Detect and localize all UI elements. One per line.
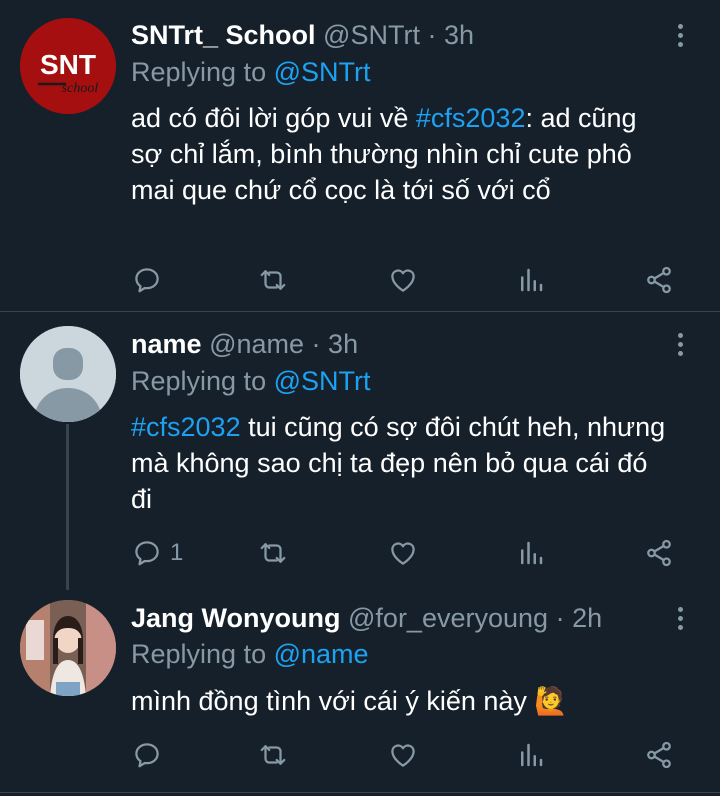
- default-avatar-icon: [20, 326, 116, 422]
- like-button[interactable]: [388, 533, 418, 573]
- tweet-text: #cfs2032 tui cũng có sợ đôi chút heh, nh…: [131, 409, 671, 517]
- heart-icon: [391, 269, 415, 292]
- reply-icon: [135, 268, 159, 293]
- more-options-icon[interactable]: [664, 19, 696, 51]
- tweet[interactable]: SNT school SNTrt_ School @SNTrt · 3h Rep…: [0, 0, 720, 312]
- tweet-header: name @name · 3h: [131, 326, 358, 362]
- profile-photo: [20, 600, 116, 696]
- share-icon: [647, 741, 671, 769]
- separator: ·: [427, 20, 437, 50]
- mention-link[interactable]: @name: [274, 639, 369, 669]
- tweet[interactable]: Jang Wonyoung @for_everyoung · 2h Replyi…: [0, 592, 720, 796]
- text-segment: ad có đôi lời góp vui về: [131, 103, 416, 133]
- share-button[interactable]: [644, 260, 674, 300]
- reply-icon: [135, 541, 159, 566]
- heart-icon: [391, 744, 415, 767]
- tweet-actions: [0, 735, 720, 775]
- text-segment: mình đồng tình với cái ý kiến này: [131, 686, 535, 716]
- hashtag-link[interactable]: #cfs2032: [416, 103, 526, 133]
- like-button[interactable]: [388, 735, 418, 775]
- replying-to: Replying to @name: [131, 636, 369, 672]
- tweet[interactable]: name @name · 3h Replying to @SNTrt #cfs2…: [0, 312, 720, 592]
- replying-to: Replying to @SNTrt: [131, 54, 371, 90]
- retweet-icon: [260, 745, 286, 765]
- display-name[interactable]: SNTrt_ School: [131, 20, 316, 50]
- tweet-header: Jang Wonyoung @for_everyoung · 2h: [131, 600, 602, 636]
- mention-link[interactable]: @SNTrt: [274, 57, 371, 87]
- timestamp[interactable]: 3h: [328, 329, 358, 359]
- replying-to: Replying to @SNTrt: [131, 363, 371, 399]
- tweet-header: SNTrt_ School @SNTrt · 3h: [131, 17, 474, 53]
- heart-icon: [391, 542, 415, 565]
- retweet-button[interactable]: [258, 260, 288, 300]
- svg-text:school: school: [62, 81, 99, 96]
- snt-school-logo: SNT school: [20, 18, 116, 114]
- display-name[interactable]: Jang Wonyoung: [131, 603, 341, 633]
- tweet-actions: 1: [0, 533, 720, 573]
- analytics-icon: [521, 541, 543, 565]
- tweet-text: mình đồng tình với cái ý kiến này 🙋: [131, 683, 671, 719]
- share-icon: [647, 266, 671, 294]
- reply-icon: [135, 743, 159, 768]
- like-button[interactable]: [388, 260, 418, 300]
- replying-to-label: Replying to: [131, 639, 267, 669]
- analytics-icon: [521, 743, 543, 767]
- display-name[interactable]: name: [131, 329, 202, 359]
- avatar[interactable]: [20, 600, 116, 696]
- separator: ·: [311, 329, 321, 359]
- replying-to-label: Replying to: [131, 57, 267, 87]
- reply-count: 1: [170, 539, 184, 566]
- reply-button[interactable]: [132, 735, 170, 775]
- avatar[interactable]: [20, 326, 116, 422]
- retweet-button[interactable]: [258, 735, 288, 775]
- separator: ·: [555, 603, 565, 633]
- share-button[interactable]: [644, 533, 674, 573]
- analytics-button[interactable]: [516, 735, 546, 775]
- handle[interactable]: @name: [209, 329, 304, 359]
- hashtag-link[interactable]: #cfs2032: [131, 412, 241, 442]
- analytics-button[interactable]: [516, 533, 546, 573]
- reply-button[interactable]: [132, 260, 170, 300]
- tweet-divider: [0, 792, 720, 793]
- retweet-icon: [260, 270, 286, 290]
- timestamp[interactable]: 3h: [444, 20, 474, 50]
- svg-text:SNT: SNT: [40, 49, 96, 80]
- analytics-icon: [521, 268, 543, 292]
- share-button[interactable]: [644, 735, 674, 775]
- handle[interactable]: @for_everyoung: [348, 603, 548, 633]
- reply-button[interactable]: 1: [132, 533, 183, 573]
- raising-hand-emoji: 🙋: [534, 686, 569, 716]
- handle[interactable]: @SNTrt: [323, 20, 420, 50]
- replying-to-label: Replying to: [131, 366, 267, 396]
- retweet-button[interactable]: [258, 533, 288, 573]
- avatar[interactable]: SNT school: [20, 18, 116, 114]
- more-options-icon[interactable]: [664, 602, 696, 634]
- tweet-actions: [0, 260, 720, 300]
- more-options-icon[interactable]: [664, 328, 696, 360]
- mention-link[interactable]: @SNTrt: [274, 366, 371, 396]
- timestamp[interactable]: 2h: [572, 603, 602, 633]
- share-icon: [647, 539, 671, 567]
- retweet-icon: [260, 543, 286, 563]
- tweet-text: ad có đôi lời góp vui về #cfs2032: ad cũ…: [131, 100, 671, 208]
- analytics-button[interactable]: [516, 260, 546, 300]
